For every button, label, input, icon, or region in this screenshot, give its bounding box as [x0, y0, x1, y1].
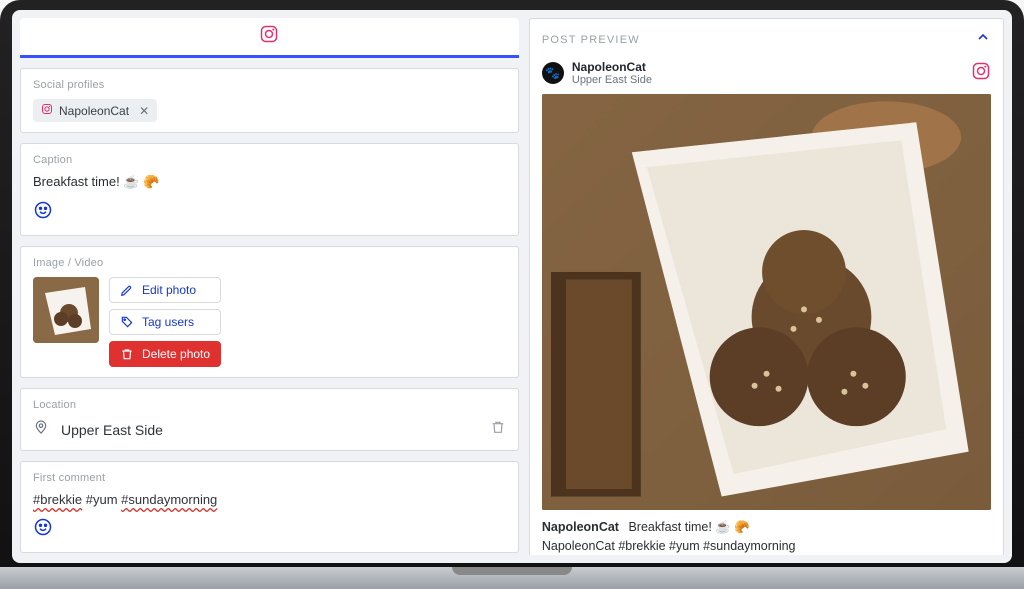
media-label: Image / Video	[33, 257, 506, 269]
post-preview-panel: POST PREVIEW 🐾 NapoleonCat Upper East Si…	[529, 18, 1004, 555]
location-pin-icon	[33, 419, 49, 440]
channel-tab-instagram[interactable]	[20, 18, 519, 58]
preview-caption-user: NapoleonCat	[542, 520, 619, 534]
delete-photo-label: Delete photo	[142, 347, 210, 361]
preview-hashtags: NapoleonCat #brekkie #yum #sundaymorning	[542, 539, 991, 553]
emoji-picker-button[interactable]	[33, 200, 53, 220]
preview-caption-text: Breakfast time! ☕ 🥐	[628, 520, 749, 534]
caption-text[interactable]: Breakfast time! ☕ 🥐	[33, 174, 506, 190]
first-comment-text[interactable]: #brekkie #yum #sundaymorning	[33, 492, 506, 507]
caption-card: Caption Breakfast time! ☕ 🥐	[20, 143, 519, 236]
location-card: Location	[20, 388, 519, 451]
hashtag-3: #sundaymorning	[121, 492, 217, 507]
profile-chip-napoleoncat[interactable]: NapoleonCat ✕	[33, 99, 157, 122]
media-card: Image / Video	[20, 246, 519, 378]
delete-photo-button[interactable]: Delete photo	[109, 341, 221, 367]
composer-app: Social profiles Napol	[20, 18, 1004, 555]
preview-hashtags-text: #brekkie #yum #sundaymorning	[618, 539, 795, 553]
social-profiles-label: Social profiles	[33, 79, 506, 91]
laptop-frame: Social profiles Napol	[0, 0, 1024, 589]
preview-image	[542, 94, 991, 510]
edit-photo-label: Edit photo	[142, 283, 196, 297]
preview-caption: NapoleonCat Breakfast time! ☕ 🥐	[542, 520, 991, 535]
location-input[interactable]	[59, 421, 480, 439]
instagram-icon	[41, 103, 53, 118]
composer-column: Social profiles Napol	[20, 18, 519, 555]
edit-photo-button[interactable]: Edit photo	[109, 277, 221, 303]
preview-column: POST PREVIEW 🐾 NapoleonCat Upper East Si…	[529, 18, 1004, 555]
first-comment-card: First comment #brekkie #yum #sundaymorni…	[20, 461, 519, 553]
collapse-preview-button[interactable]	[975, 29, 991, 50]
profile-chip-label: NapoleonCat	[59, 104, 129, 118]
tag-users-label: Tag users	[142, 315, 194, 329]
social-profiles-card: Social profiles Napol	[20, 68, 519, 133]
first-comment-label: First comment	[33, 472, 506, 484]
caption-label: Caption	[33, 154, 506, 166]
location-label: Location	[33, 399, 506, 411]
laptop-base	[0, 567, 1024, 589]
emoji-picker-button[interactable]	[33, 517, 53, 537]
avatar: 🐾	[542, 62, 564, 84]
instagram-icon	[259, 24, 279, 49]
hashtag-2: #yum	[86, 492, 121, 507]
preview-hashtags-user: NapoleonCat	[542, 539, 615, 553]
profile-chip-row: NapoleonCat ✕	[33, 99, 506, 122]
preview-account-sub: Upper East Side	[572, 74, 652, 86]
laptop-notch	[452, 567, 572, 575]
post-preview-title: POST PREVIEW	[542, 34, 640, 46]
instagram-icon	[971, 61, 991, 86]
preview-account-name: NapoleonCat	[572, 60, 652, 74]
profile-chip-remove[interactable]: ✕	[139, 104, 149, 118]
location-clear-button[interactable]	[490, 419, 506, 440]
media-thumbnail[interactable]	[33, 277, 99, 343]
hashtag-1: #brekkie	[33, 492, 82, 507]
screen: Social profiles Napol	[12, 10, 1012, 563]
tag-users-button[interactable]: Tag users	[109, 309, 221, 335]
